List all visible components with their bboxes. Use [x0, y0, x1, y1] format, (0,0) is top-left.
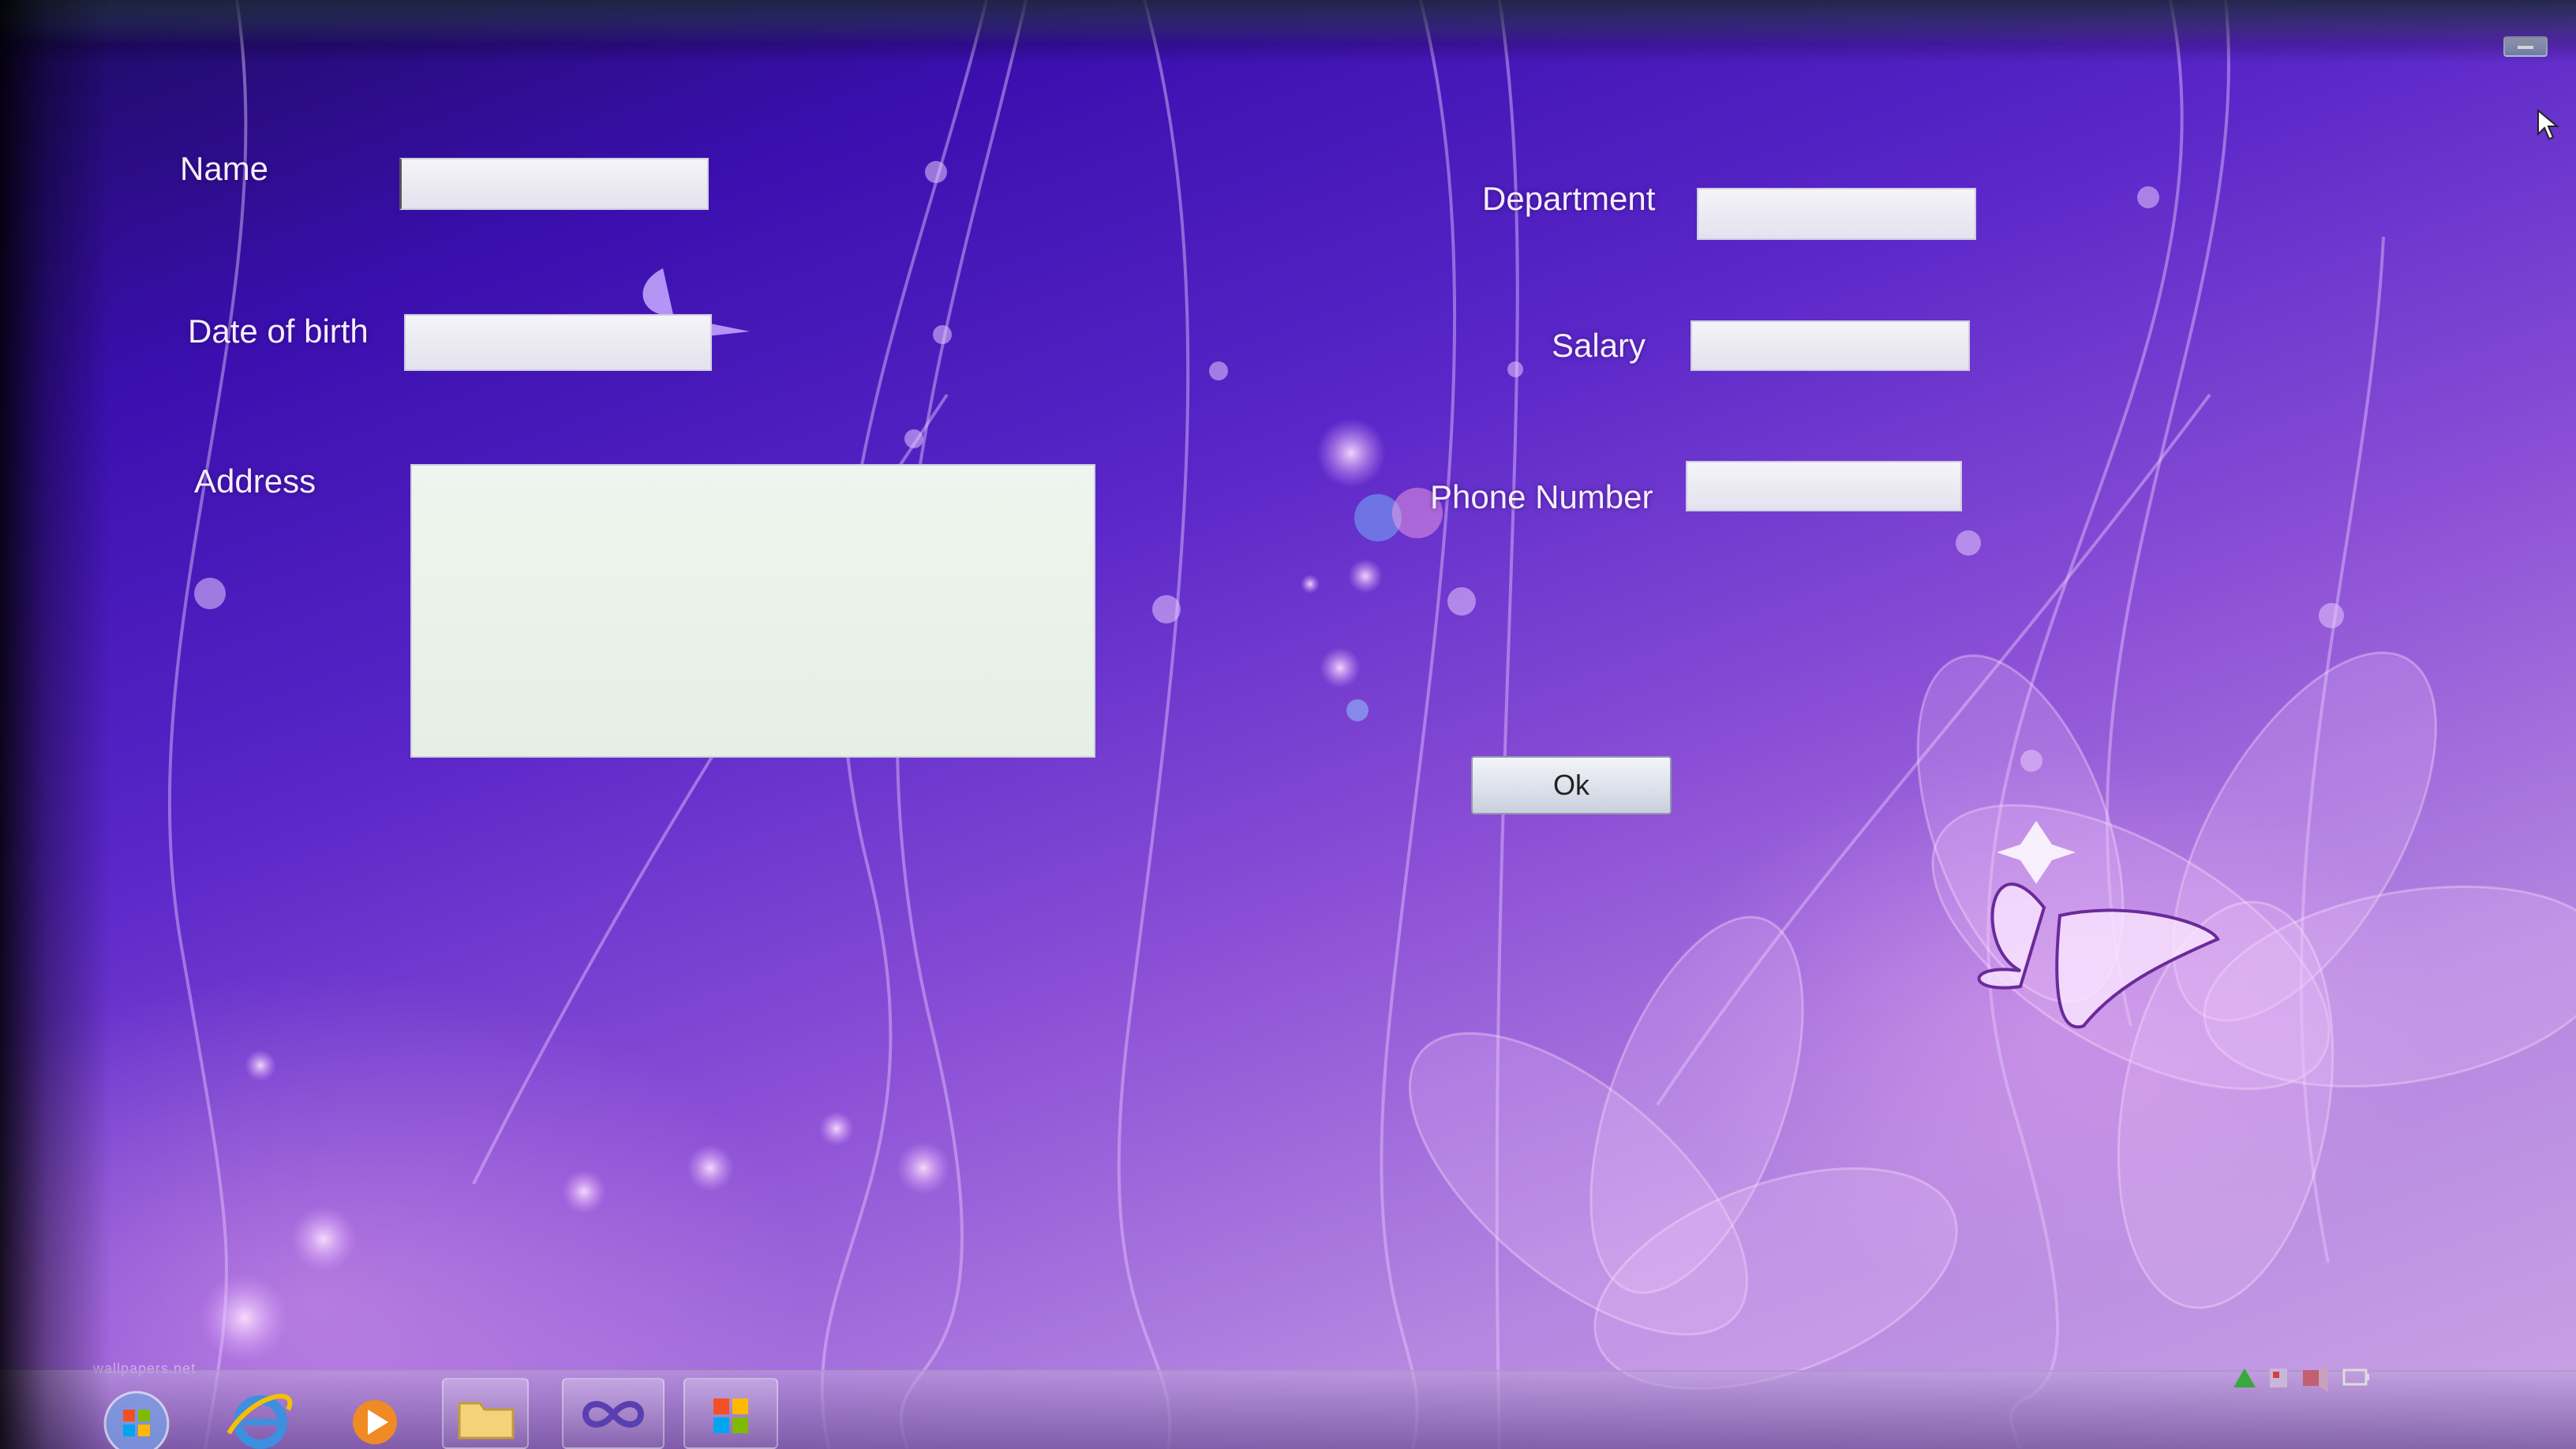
media-player-button[interactable]: [331, 1378, 418, 1449]
file-explorer-button[interactable]: [442, 1378, 529, 1449]
dob-label: Date of birth: [188, 313, 369, 350]
start-orb-icon: [103, 1391, 170, 1449]
windows-flag-icon: [713, 1398, 748, 1433]
internet-explorer-button[interactable]: [213, 1378, 308, 1449]
system-tray: [2233, 1364, 2369, 1392]
minimize-button[interactable]: [2503, 36, 2548, 57]
visual-studio-button[interactable]: [562, 1378, 665, 1449]
address-field[interactable]: [410, 464, 1095, 758]
media-player-icon: [353, 1400, 397, 1444]
address-label: Address: [194, 462, 316, 500]
application-window-button[interactable]: [683, 1378, 778, 1449]
salary-field[interactable]: [1690, 320, 1970, 371]
mouse-cursor-icon: [2537, 109, 2559, 140]
phone-number-label: Phone Number: [1430, 478, 1653, 515]
department-label: Department: [1482, 180, 1656, 217]
ok-button[interactable]: Ok: [1471, 756, 1672, 814]
start-button[interactable]: [93, 1378, 180, 1449]
volume-icon: [2303, 1364, 2328, 1392]
flag-icon: [2270, 1368, 2287, 1387]
network-icon: [2233, 1368, 2256, 1387]
dob-field[interactable]: [404, 314, 712, 371]
folder-icon: [458, 1402, 515, 1440]
department-field[interactable]: [1697, 188, 1976, 240]
phone-number-field[interactable]: [1686, 461, 1962, 511]
salary-label: Salary: [1552, 327, 1646, 364]
name-label: Name: [180, 150, 269, 187]
battery-icon: [2342, 1368, 2369, 1386]
window-title-strip: [0, 0, 2576, 44]
name-field[interactable]: [399, 158, 709, 210]
infinity-icon: [582, 1401, 645, 1428]
wallpaper-decoration: [168, 0, 2576, 1449]
desktop-screen: Name Date of birth Address Department Sa…: [0, 0, 2576, 1449]
internet-explorer-icon: [227, 1394, 293, 1449]
